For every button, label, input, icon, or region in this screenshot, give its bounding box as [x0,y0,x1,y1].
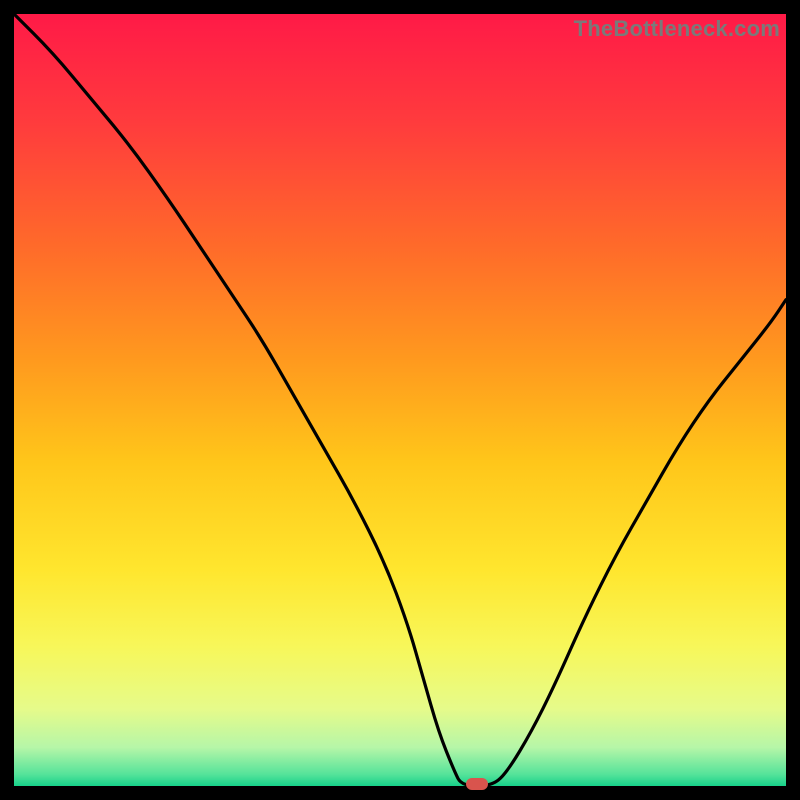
curve-layer [14,14,786,786]
chart-frame: TheBottleneck.com [0,0,800,800]
bottleneck-curve [14,14,786,786]
plot-area: TheBottleneck.com [14,14,786,786]
optimum-marker [466,778,488,790]
